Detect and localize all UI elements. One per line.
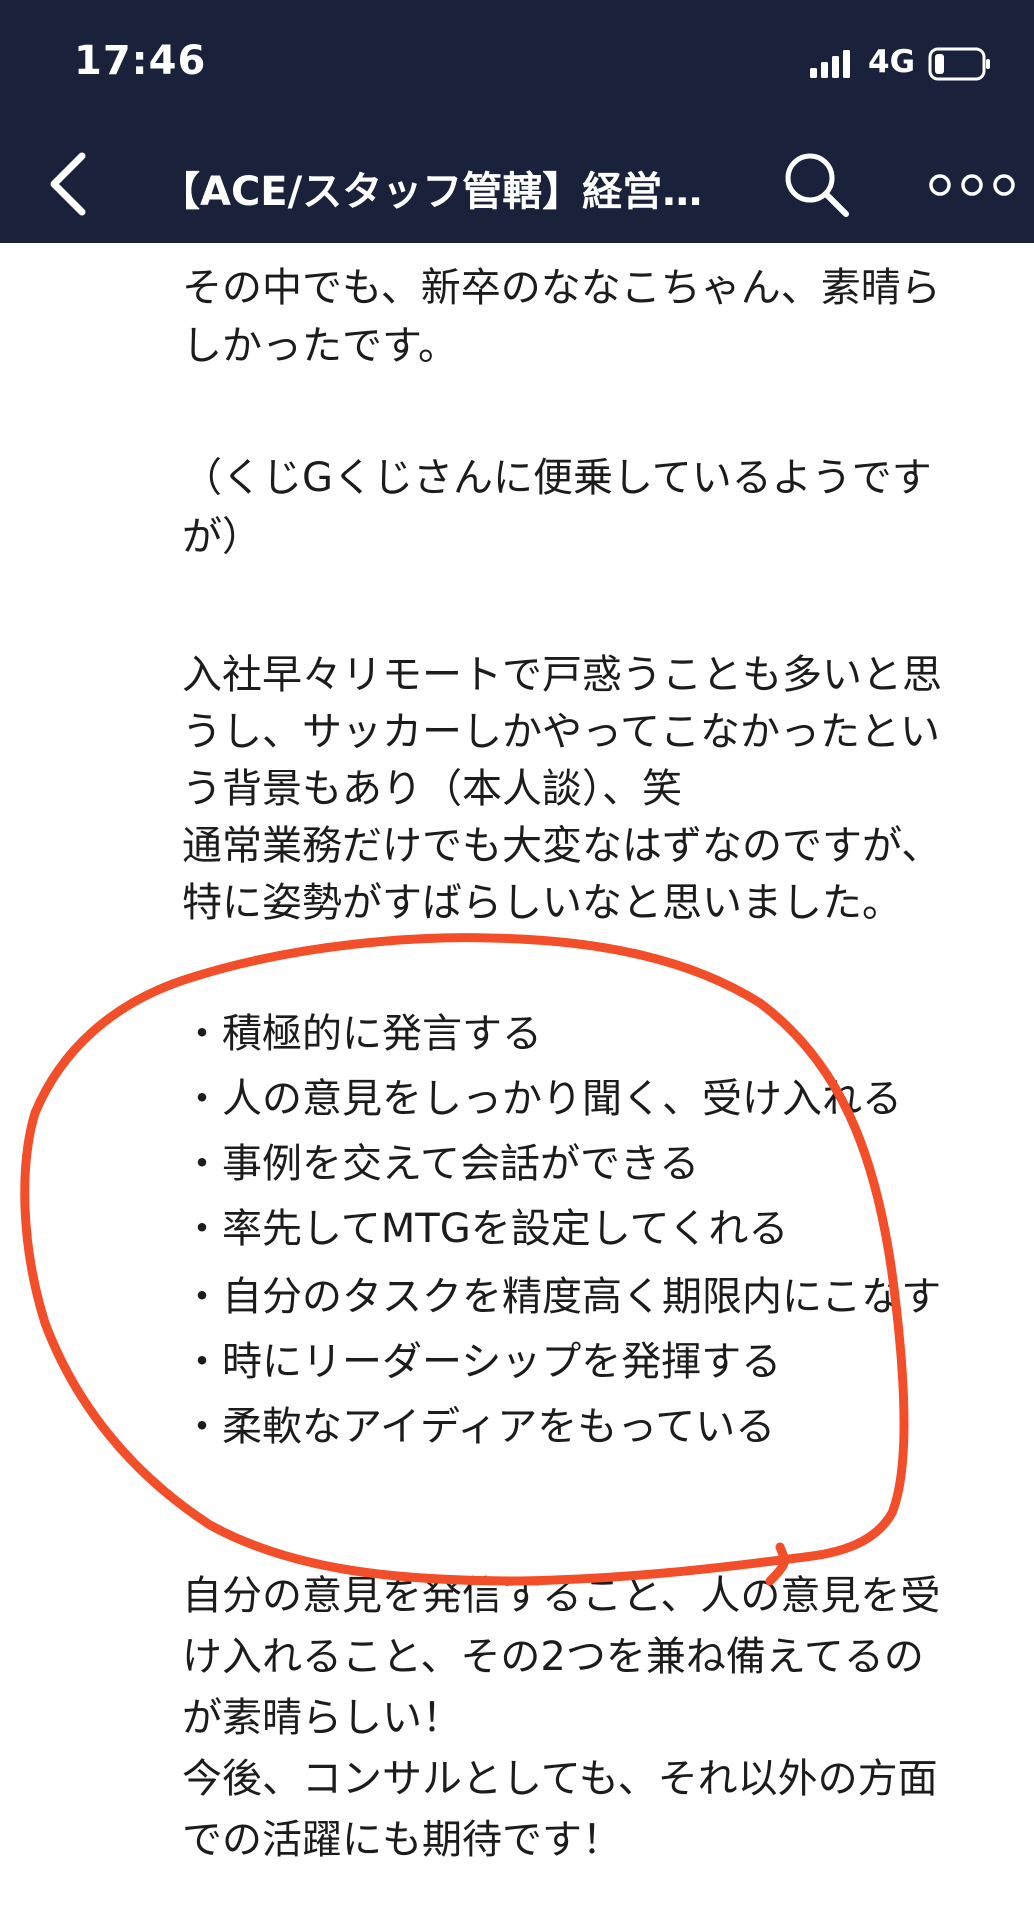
- message-line: 自分の意見を発信すること、人の意見を受: [182, 1573, 941, 1619]
- message-line: が）: [182, 514, 262, 560]
- battery-icon: [928, 47, 990, 81]
- message-line: う背景もあり（本人談）、笑: [182, 766, 682, 812]
- bullet-item: ・積極的に発言する: [182, 1011, 542, 1057]
- message-line: うし、サッカーしかやってこなかったとい: [182, 709, 940, 755]
- message-line: 特に姿勢がすばらしいなと思いました。: [182, 880, 902, 926]
- message-line: しかったです。: [182, 323, 458, 369]
- bullet-item: ・柔軟なアイディアをもっている: [182, 1404, 776, 1450]
- message-line: け入れること、その2つを兼ね備えてるの: [182, 1634, 924, 1680]
- message-line: 入社早々リモートで戸惑うことも多いと思: [182, 652, 942, 698]
- status-time: 17:46: [74, 38, 207, 84]
- more-options-icon[interactable]: [924, 170, 1024, 200]
- bullet-item: ・人の意見をしっかり聞く、受け入れる: [182, 1076, 902, 1122]
- bullet-item: ・時にリーダーシップを発揮する: [182, 1339, 782, 1385]
- chat-header: 【ACE/スタッフ管轄】経営…: [0, 126, 1034, 243]
- message-line: 今後、コンサルとしても、それ以外の方面: [182, 1756, 938, 1802]
- bullet-item: ・率先してMTGを設定してくれる: [182, 1206, 789, 1252]
- network-type: 4G: [868, 44, 916, 80]
- search-icon[interactable]: [780, 148, 852, 220]
- bullet-item: ・事例を交えて会話ができる: [182, 1141, 700, 1187]
- signal-strength-icon: [810, 50, 850, 78]
- message-line: その中でも、新卒のななこちゃん、素晴ら: [182, 265, 941, 311]
- chat-title: 【ACE/スタッフ管轄】経営…: [160, 169, 703, 215]
- message-line: での活躍にも期待です！: [182, 1817, 622, 1863]
- status-bar: 17:46 4G: [0, 0, 1034, 126]
- message-line: が素晴らしい！: [182, 1695, 462, 1741]
- message-line: （くじGくじさんに便乗しているようです: [182, 455, 932, 501]
- message-line: 通常業務だけでも大変なはずなのですが、: [182, 823, 942, 869]
- message-content: その中でも、新卒のななこちゃん、素晴ら しかったです。 （くじGくじさんに便乗し…: [0, 243, 1034, 1920]
- bullet-item: ・自分のタスクを精度高く期限内にこなす: [182, 1274, 942, 1320]
- back-chevron-icon[interactable]: [46, 150, 92, 218]
